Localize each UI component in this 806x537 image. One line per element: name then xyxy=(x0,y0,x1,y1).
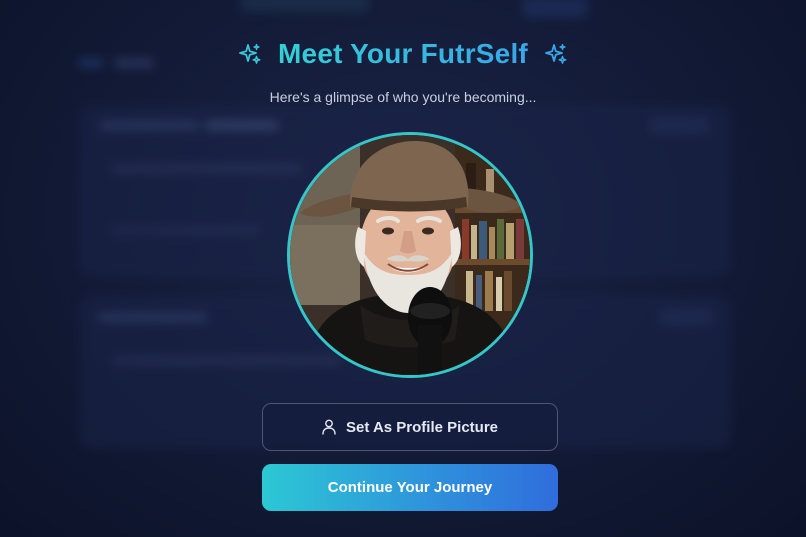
future-self-portrait xyxy=(287,132,533,378)
portrait-image xyxy=(290,135,530,375)
set-profile-picture-label: Set As Profile Picture xyxy=(346,418,498,436)
user-icon xyxy=(322,419,336,435)
continue-journey-label: Continue Your Journey xyxy=(327,479,493,496)
modal-title: Meet Your FutrSelf xyxy=(0,38,806,70)
continue-journey-button[interactable]: Continue Your Journey xyxy=(262,464,558,511)
sparkles-icon xyxy=(545,43,567,64)
set-profile-picture-button[interactable]: Set As Profile Picture xyxy=(262,403,558,451)
futrself-reveal-screen: Meet Your FutrSelf Here's a glimpse of w… xyxy=(0,0,806,537)
futrself-modal: Meet Your FutrSelf Here's a glimpse of w… xyxy=(0,0,806,537)
modal-subtitle: Here's a glimpse of who you're becoming.… xyxy=(269,89,537,105)
title-text: Meet Your FutrSelf xyxy=(278,38,528,69)
sparkles-icon xyxy=(239,43,261,64)
